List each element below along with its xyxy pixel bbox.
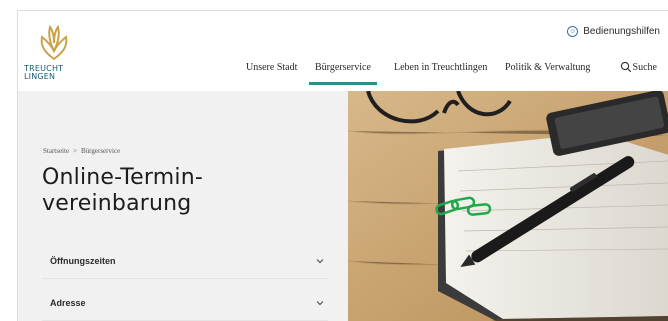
chevron-down-icon bbox=[316, 301, 324, 306]
accessibility-link[interactable]: ☺ Bedienungshilfen bbox=[567, 26, 660, 37]
intro-panel: Startseite > Bürgerservice Online-Termin… bbox=[18, 91, 348, 321]
search-button[interactable]: Suche bbox=[620, 61, 657, 73]
page-frame: TREUCHT LINGEN ☺ Bedienungshilfen Unsere… bbox=[17, 10, 668, 321]
main-nav: Unsere Stadt Bürgerservice Leben in Treu… bbox=[18, 55, 668, 91]
breadcrumb-separator: > bbox=[73, 147, 78, 155]
site-header: TREUCHT LINGEN ☺ Bedienungshilfen Unsere… bbox=[18, 11, 668, 91]
nav-item-buergerservice[interactable]: Bürgerservice bbox=[309, 62, 377, 85]
page-title-line-2: vereinbarung bbox=[42, 191, 192, 216]
page-title-line-1: Online-Termin- bbox=[42, 165, 204, 190]
hero-image bbox=[348, 91, 668, 321]
accessibility-icon: ☺ bbox=[567, 26, 579, 37]
accordion-label: Adresse bbox=[50, 298, 86, 308]
hero-photo-illustration bbox=[348, 91, 668, 321]
breadcrumb-current[interactable]: Bürgerservice bbox=[81, 147, 120, 155]
page-title: Online-Termin- vereinbarung bbox=[42, 165, 203, 217]
nav-item-leben-in-treuchtlingen[interactable]: Leben in Treuchtlingen bbox=[394, 62, 487, 73]
search-label: Suche bbox=[632, 61, 657, 73]
breadcrumb-home[interactable]: Startseite bbox=[43, 147, 69, 155]
accordion-address[interactable]: Adresse bbox=[42, 287, 328, 321]
nav-item-politik-verwaltung[interactable]: Politik & Verwaltung bbox=[505, 62, 590, 73]
breadcrumb: Startseite > Bürgerservice bbox=[43, 147, 120, 155]
chevron-down-icon bbox=[316, 259, 324, 264]
accordion-opening-hours[interactable]: Öffnungszeiten bbox=[42, 245, 328, 279]
accessibility-label: Bedienungshilfen bbox=[583, 26, 660, 37]
search-icon bbox=[620, 61, 631, 73]
accordion-label: Öffnungszeiten bbox=[50, 256, 116, 266]
nav-item-unsere-stadt[interactable]: Unsere Stadt bbox=[246, 62, 297, 73]
